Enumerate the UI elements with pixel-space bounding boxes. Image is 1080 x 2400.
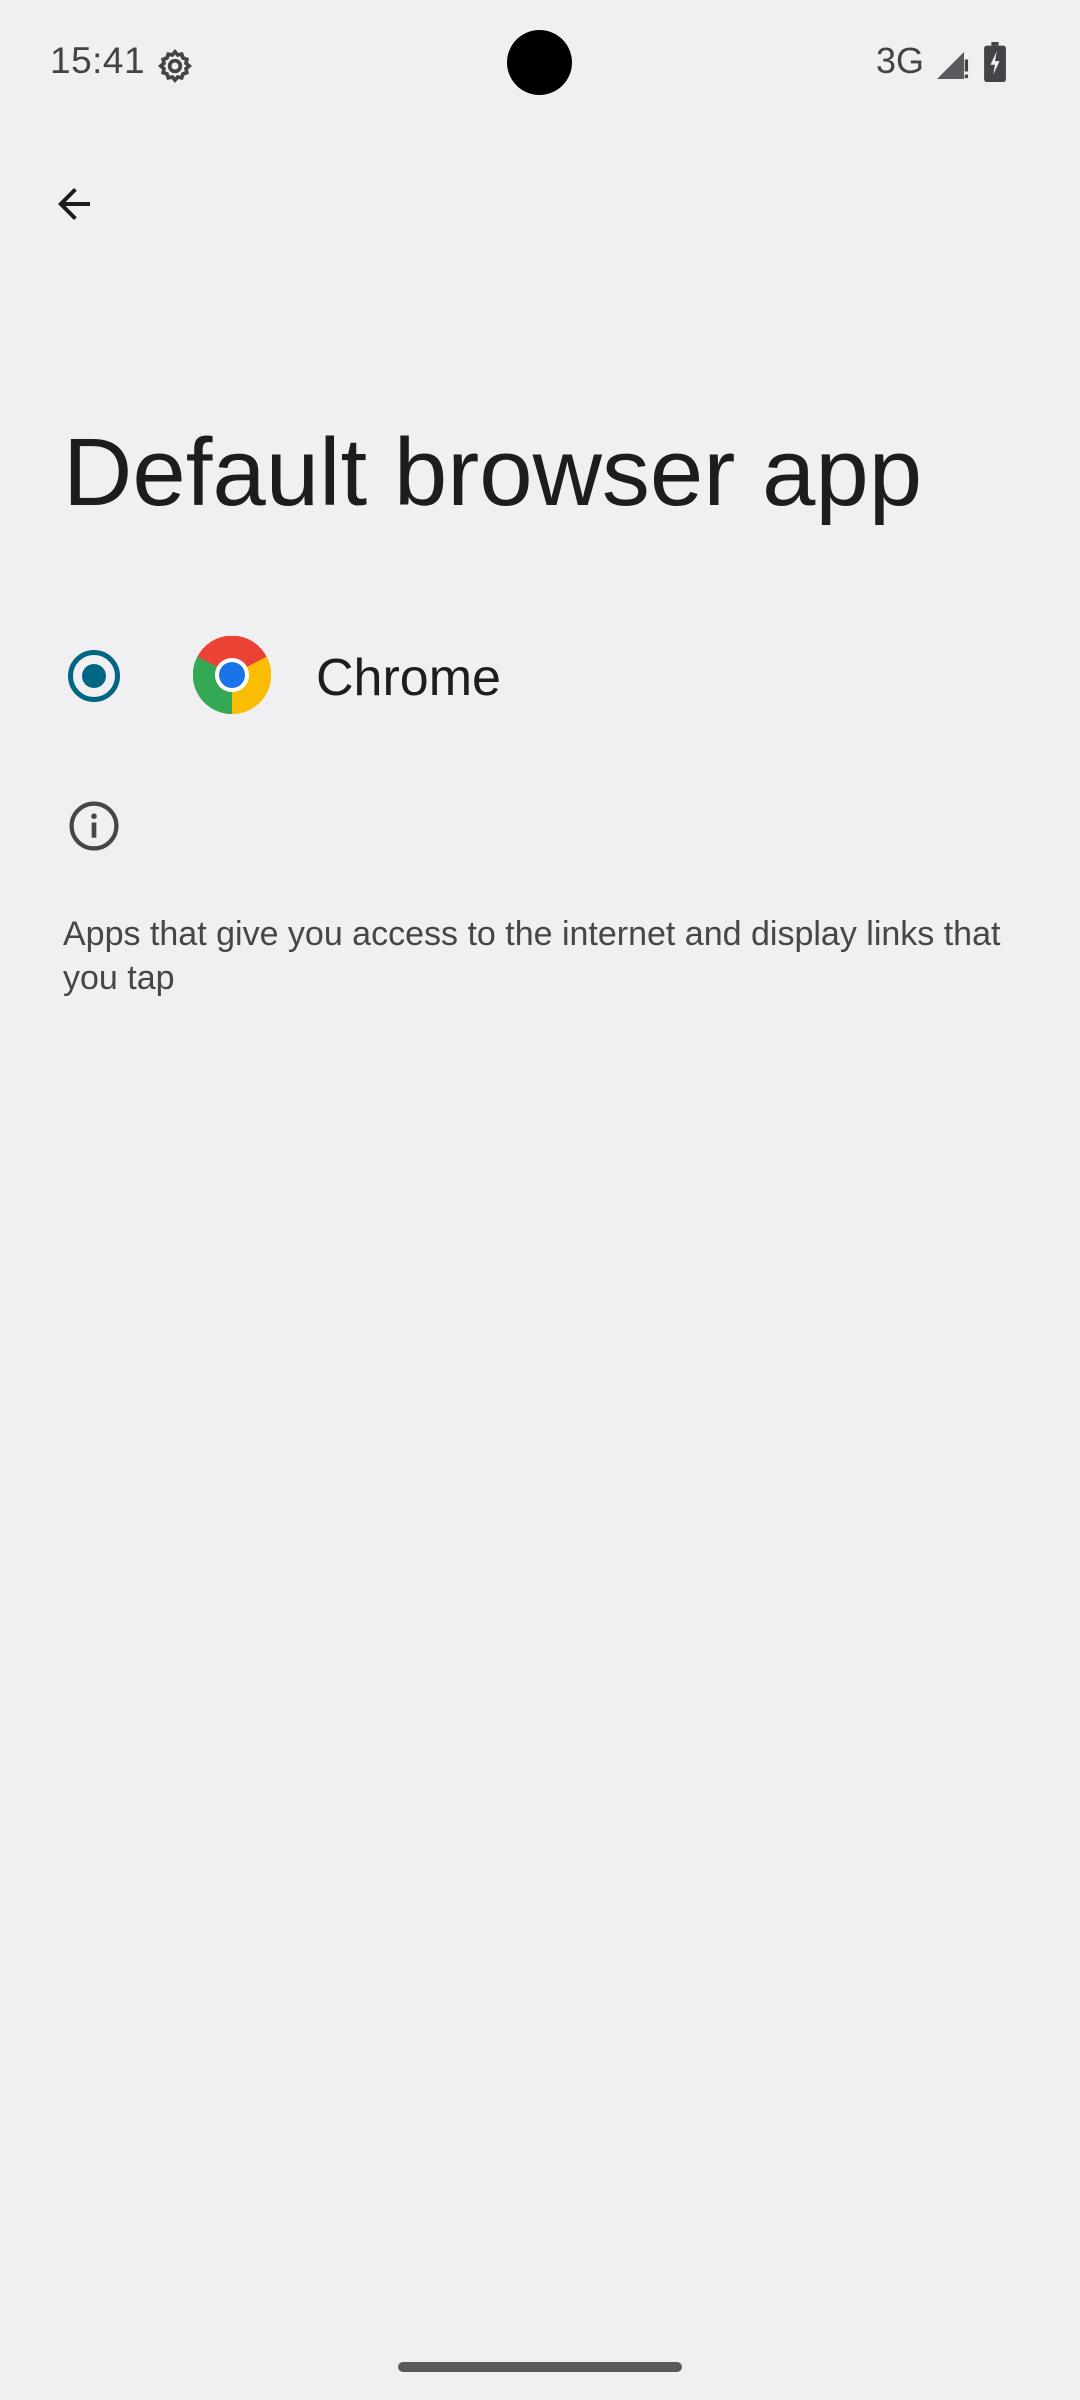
battery-charging-icon: [984, 42, 1006, 82]
signal-icon: [937, 52, 970, 79]
chrome-icon: [193, 636, 271, 714]
back-button[interactable]: [38, 168, 110, 240]
arrow-back-icon: [58, 188, 90, 220]
selected-radio-button[interactable]: [68, 650, 120, 702]
description-text: Apps that give you access to the interne…: [63, 915, 1001, 997]
app-label-chrome: Chrome: [316, 649, 501, 707]
app-option-chrome[interactable]: Chrome: [0, 600, 1080, 750]
camera-cutout: [507, 30, 572, 95]
page-title: Default browser app: [63, 419, 923, 526]
network-type: 3G: [876, 40, 925, 81]
gesture-navigation-bar[interactable]: [398, 2362, 682, 2372]
info-icon: [69, 801, 119, 851]
status-bar: 15:41 3G: [0, 0, 1080, 130]
radio-selected-dot: [82, 664, 106, 688]
status-time: 15:41: [50, 40, 146, 81]
settings-icon: [157, 48, 193, 84]
